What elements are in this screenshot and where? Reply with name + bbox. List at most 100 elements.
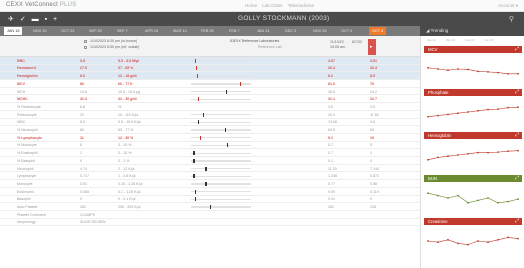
table-row[interactable]: Monocyte 0.51 0.15 - 1.35 K/µl 0.77 0.56	[0, 180, 420, 188]
trend-point	[497, 201, 499, 204]
trend-card-title: MCV ⤢	[424, 46, 522, 53]
table-row[interactable]: % Reticulocyte 6.8% 3.6 3.6	[0, 103, 420, 111]
expand-icon[interactable]: ⤢	[515, 132, 519, 139]
trend-title: BUN	[428, 176, 438, 181]
header-last-date[interactable]: 8/7/22	[352, 40, 362, 45]
table-row[interactable]: Platelet Comment CLUMPS	[0, 211, 420, 219]
range-track	[191, 75, 251, 77]
cell-last: 76	[370, 81, 374, 86]
trend-axis-labels: Jan 22 Mar 22 Sep 22 Jan 23	[427, 38, 493, 42]
date-tab[interactable]: OCT 9	[341, 27, 352, 35]
table-row[interactable]: MCV 80 60 - 77 fl 81.0 76	[0, 80, 420, 88]
date-tab[interactable]: SEP 22	[89, 27, 102, 35]
checkmark-icon[interactable]: ✓	[20, 16, 28, 23]
search-icon[interactable]: ⚲	[509, 15, 514, 23]
cell-name: MCV	[17, 81, 25, 86]
trend-sparkline	[427, 149, 519, 161]
checkbox-outlab[interactable]	[84, 46, 87, 49]
nav-home[interactable]: Home	[245, 3, 257, 8]
trend-point	[477, 199, 479, 202]
date-tab[interactable]: JAN 18	[4, 27, 23, 35]
checkbox-inhouse[interactable]	[84, 40, 87, 43]
trend-point	[427, 158, 429, 161]
table-row[interactable]: MCHC 31.3 32 - 36 g/dl 31.1 32.7	[0, 96, 420, 104]
table-row[interactable]: % Neutrophil 80 60 - 77 % 84.8 83	[0, 126, 420, 134]
range-track	[191, 60, 251, 62]
date-tab[interactable]: FEB 7	[229, 27, 240, 35]
cell-prev: 13.68	[328, 120, 337, 125]
date-tab[interactable]: SEP 7	[117, 27, 128, 35]
table-row[interactable]: Reticulocyte 23 10 - 110 K/µl 26.3 11.50	[0, 111, 420, 119]
table-row[interactable]: MCH 24.6 19.5 - 24.5 pg 30.6 24.2	[0, 88, 420, 96]
table-row[interactable]: RBC 3.5 5.5 - 8.5 M/µl 2.67 3.51	[0, 57, 420, 65]
date-tab[interactable]: JAN 24	[257, 27, 269, 35]
trending-header[interactable]: ◢ Trending	[420, 26, 524, 36]
table-row[interactable]: % Basophil 0 0 - 1 % 0.1 0	[0, 157, 420, 165]
cell-prev: 0.01	[328, 197, 335, 202]
table-row[interactable]: % Lymphocyte 11 12 - 30 % 9.1 10	[0, 134, 420, 142]
expand-icon[interactable]: ⤢	[515, 218, 519, 225]
trend-point	[467, 201, 469, 204]
cell-ref: 37 - 55 %	[118, 66, 134, 71]
cell-prev: 5.7	[328, 143, 333, 148]
date-tab[interactable]: NOV 25	[313, 27, 327, 35]
trend-point	[457, 194, 459, 197]
cell-val: 0.51	[80, 181, 87, 186]
table-row[interactable]: Morphology SLIDE REVIEW	[0, 219, 420, 227]
trend-point	[427, 192, 429, 195]
trend-point	[447, 155, 449, 158]
expand-icon[interactable]: ⤢	[515, 46, 519, 53]
trend-axis-label: Sep 22	[465, 38, 475, 42]
trend-point	[447, 238, 449, 241]
range-track	[191, 90, 251, 93]
trend-point	[457, 112, 459, 115]
add-icon[interactable]: +	[53, 16, 59, 23]
date-tab[interactable]: OCT 23	[61, 27, 74, 35]
cell-prev: 11.20	[328, 166, 337, 171]
table-row[interactable]: % Eosinophil 1 2 - 10 % 0.7 1	[0, 149, 420, 158]
range-marker	[193, 158, 195, 163]
trend-point	[517, 198, 519, 201]
date-tab[interactable]: FEB 25	[201, 27, 214, 35]
table-row[interactable]: Auto Platelet 282 200 - 500 K/µl 262 236	[0, 203, 420, 211]
trash-icon[interactable]: ▪	[45, 16, 49, 23]
date-tab[interactable]: APR 15	[145, 27, 158, 35]
cell-ref: 32 - 36 g/dl	[118, 97, 137, 102]
app-brand[interactable]: CEXX VetConnect PLUS	[6, 2, 76, 8]
cell-ref: 200 - 500 K/µl	[118, 205, 141, 210]
account-menu[interactable]: Account ▾	[498, 3, 518, 9]
table-row[interactable]: Eosinophil 0.065 0.1 - 1.25 K/µl 0.09 0.119	[0, 188, 420, 196]
date-tab[interactable]: NOV 19	[33, 27, 47, 35]
range-marker	[210, 205, 212, 210]
cell-ref: 12 - 18 g/dl	[118, 74, 137, 79]
table-row[interactable]: % Monocyte 8 3 - 10 % 5.7 5	[0, 142, 420, 150]
date-tab[interactable]: DEC 3	[285, 27, 296, 35]
cell-val: 8.6	[80, 74, 85, 79]
cell-name: MCHC	[17, 97, 28, 102]
date-tab[interactable]: OCT 8	[369, 27, 387, 35]
cell-name: % Neutrophil	[17, 128, 38, 133]
table-row[interactable]: Hematocrit 27.5 37 - 55 % 26.4 26.3	[0, 64, 420, 73]
cell-name: % Basophil	[17, 158, 35, 163]
table-row[interactable]: Lymphocyte 0.717 1 - 4.8 K/µl 1.236 0.872	[0, 173, 420, 181]
pet-icon[interactable]: ✈	[8, 16, 16, 23]
table-row[interactable]: Hemoglobin 8.6 12 - 18 g/dl 8.2 8.5	[0, 72, 420, 81]
nav-lab-order[interactable]: Lab Order	[262, 3, 282, 8]
nav-telemedicine[interactable]: Telemedicine	[288, 3, 314, 8]
expand-icon[interactable]: ⤢	[515, 175, 519, 182]
trend-point	[457, 154, 459, 156]
cell-last: 3.51	[370, 58, 377, 63]
trend-axis-label: Jan 23	[484, 38, 494, 42]
cell-last: 8.5	[370, 74, 375, 79]
table-row[interactable]: WBC 6.5 5.5 - 16.9 K/µl 13.68 9.5	[0, 119, 420, 127]
table-row[interactable]: Basophil 0 0 - 0.1 K/µl 0.01 0	[0, 196, 420, 204]
next-date-button[interactable]: ▸	[368, 39, 376, 55]
results-header: 1/10/2023 8:30 pm (in-house) 1/10/2023 8…	[0, 36, 420, 57]
header-ref-lab: IDEXX Reference Laboratories	[230, 39, 280, 43]
trend-title: Creatinine	[428, 219, 448, 224]
print-icon[interactable]: ▬	[32, 16, 41, 23]
range-track	[191, 114, 251, 116]
table-row[interactable]: Neutrophil 4.74 2 - 12 K/µl 11.20 7.144	[0, 165, 420, 173]
expand-icon[interactable]: ⤢	[515, 89, 519, 96]
date-tab[interactable]: MAR 14	[173, 27, 187, 35]
